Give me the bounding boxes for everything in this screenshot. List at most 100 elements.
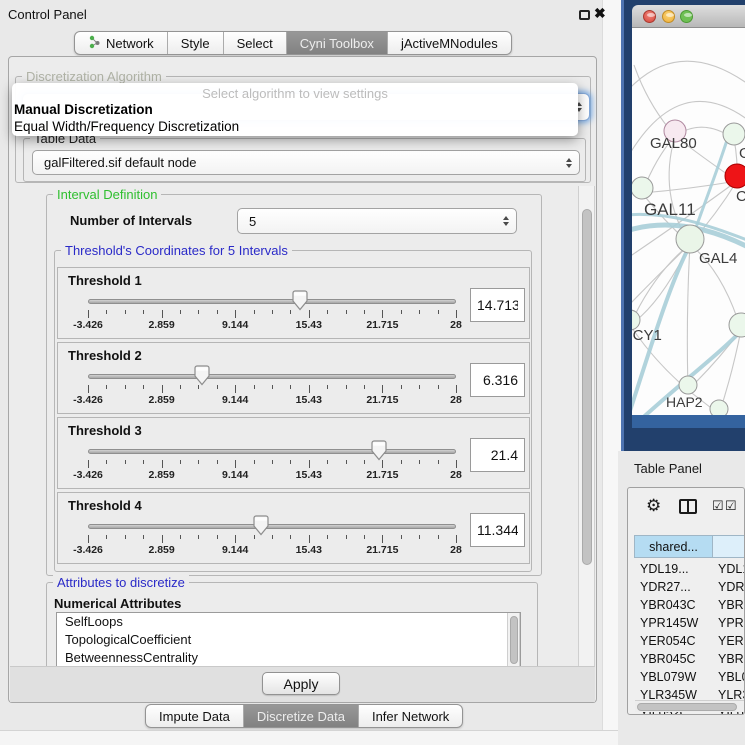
network-node-gal11[interactable] bbox=[632, 177, 653, 199]
slider-thumb[interactable] bbox=[194, 365, 210, 386]
tab-impute-data[interactable]: Impute Data bbox=[146, 705, 243, 727]
tab-jactivemnodules[interactable]: jActiveMNodules bbox=[387, 32, 511, 54]
slider-thumb[interactable] bbox=[371, 440, 387, 461]
split-columns-icon[interactable] bbox=[679, 499, 697, 514]
scrollbar-thumb[interactable] bbox=[582, 209, 592, 565]
screen: Control Panel ✖ Network StyleSelect Cyni T… bbox=[0, 0, 745, 745]
tick-mark bbox=[217, 385, 218, 389]
tick-mark bbox=[438, 385, 439, 389]
tick-mark bbox=[327, 310, 328, 314]
network-node-ga[interactable] bbox=[723, 123, 745, 145]
tick-label: 9.144 bbox=[205, 544, 265, 556]
column-header-shared-name[interactable]: shared... bbox=[634, 535, 713, 558]
control-panel-title: Control Panel bbox=[8, 7, 87, 22]
tick-mark bbox=[346, 535, 347, 539]
tick-mark bbox=[456, 535, 457, 543]
tab-select[interactable]: Select bbox=[223, 32, 286, 54]
tab-style[interactable]: Style bbox=[167, 32, 223, 54]
tick-mark bbox=[143, 460, 144, 464]
network-node-partial[interactable] bbox=[710, 400, 728, 415]
slider-track[interactable] bbox=[88, 524, 456, 529]
network-node-hap2[interactable] bbox=[679, 376, 697, 394]
slider-track[interactable] bbox=[88, 374, 456, 379]
tick-mark bbox=[419, 460, 420, 464]
gear-icon[interactable]: ⚙ bbox=[646, 496, 661, 516]
threshold-value-field[interactable] bbox=[470, 363, 525, 397]
tab-label: Cyni Toolbox bbox=[300, 36, 374, 51]
tick-mark bbox=[180, 535, 181, 539]
tab-infer-network[interactable]: Infer Network bbox=[358, 705, 462, 727]
network-canvas[interactable]: GAL80GACGAL11GAL4GCY1HHAP2 bbox=[632, 28, 745, 415]
number-of-intervals-combo[interactable]: 5 bbox=[237, 208, 517, 234]
tab-cyni-toolbox[interactable]: Cyni Toolbox bbox=[286, 32, 387, 54]
network-window-titlebar[interactable] bbox=[632, 5, 745, 28]
table-cell[interactable]: YBR0 bbox=[718, 596, 745, 614]
table-cell[interactable]: YER0 bbox=[718, 632, 745, 650]
slider-thumb[interactable] bbox=[292, 290, 308, 311]
table-cell[interactable]: YBR045C bbox=[640, 650, 710, 668]
tick-mark bbox=[180, 310, 181, 314]
tick-mark bbox=[272, 310, 273, 314]
group-attributes-label: Attributes to discretize bbox=[53, 575, 189, 590]
threshold-value-field[interactable] bbox=[470, 438, 525, 472]
slider-track[interactable] bbox=[88, 449, 456, 454]
table-cell[interactable]: YBL0 bbox=[718, 668, 745, 686]
table-cell[interactable]: YPR145W bbox=[640, 614, 710, 632]
network-node-h[interactable] bbox=[729, 313, 745, 337]
table-cell[interactable]: YBR0 bbox=[718, 650, 745, 668]
tick-mark bbox=[162, 385, 163, 393]
network-node-c[interactable] bbox=[725, 164, 745, 188]
tick-label: 15.43 bbox=[279, 469, 339, 481]
scrollbar-thumb[interactable] bbox=[510, 616, 518, 664]
attribute-item-betweennesscentrality[interactable]: BetweennessCentrality bbox=[57, 649, 520, 667]
table-cell[interactable]: YPR1 bbox=[718, 614, 745, 632]
slider-thumb[interactable] bbox=[253, 515, 269, 536]
scrollbar-thumb[interactable] bbox=[637, 703, 737, 711]
attribute-item-selfloops[interactable]: SelfLoops bbox=[57, 613, 520, 631]
node-label-gal4: GAL4 bbox=[699, 250, 737, 267]
float-window-icon[interactable] bbox=[579, 10, 590, 20]
tick-label: 15.43 bbox=[279, 319, 339, 331]
minimize-window-icon[interactable] bbox=[662, 10, 675, 23]
tab-discretize-data[interactable]: Discretize Data bbox=[243, 705, 358, 727]
tab-label: Network bbox=[106, 36, 154, 51]
checkbox-icon[interactable]: ☑ bbox=[725, 498, 737, 514]
desktop-edge-highlight bbox=[621, 0, 624, 451]
slider-track[interactable] bbox=[88, 299, 456, 304]
table-data-combo[interactable]: galFiltered.sif default node bbox=[32, 150, 580, 175]
tick-label: 21.715 bbox=[352, 394, 412, 406]
threshold-value-field[interactable] bbox=[470, 513, 525, 547]
tick-mark bbox=[309, 310, 310, 318]
settings-vertical-scrollbar[interactable] bbox=[578, 186, 595, 667]
algorithm-option-equal-width-frequency-discretization[interactable]: Equal Width/Frequency Discretization bbox=[14, 119, 239, 134]
zoom-window-icon[interactable] bbox=[680, 10, 693, 23]
table-cell[interactable]: YDR2 bbox=[718, 578, 745, 596]
close-icon[interactable]: ✖ bbox=[594, 5, 606, 22]
table-cell[interactable]: YBL079W bbox=[640, 668, 710, 686]
threshold-value-field[interactable] bbox=[470, 288, 525, 322]
tick-mark bbox=[364, 535, 365, 539]
attribute-item-topologicalcoefficient[interactable]: TopologicalCoefficient bbox=[57, 631, 520, 649]
tick-mark bbox=[162, 460, 163, 468]
tick-label: -3.426 bbox=[58, 319, 118, 331]
column-header-name[interactable]: n bbox=[712, 535, 745, 558]
network-node-gal4[interactable] bbox=[676, 225, 704, 253]
tick-mark bbox=[88, 310, 89, 318]
table-horizontal-scrollbar[interactable] bbox=[635, 700, 745, 712]
checkbox-icon[interactable]: ☑ bbox=[712, 498, 724, 514]
apply-button[interactable]: Apply bbox=[262, 672, 340, 695]
tick-mark bbox=[364, 460, 365, 464]
table-cell[interactable]: YDL1 bbox=[718, 560, 745, 578]
table-cell[interactable]: YDL19... bbox=[640, 560, 710, 578]
tab-network[interactable]: Network bbox=[75, 32, 167, 54]
table-cell[interactable]: YDR27... bbox=[640, 578, 710, 596]
table-cell[interactable]: YBR043C bbox=[640, 596, 710, 614]
tick-label: 9.144 bbox=[205, 319, 265, 331]
close-window-icon[interactable] bbox=[643, 10, 656, 23]
table-cell[interactable]: YER054C bbox=[640, 632, 710, 650]
tick-label: 2.859 bbox=[132, 319, 192, 331]
algorithm-option-manual-discretization[interactable]: Manual Discretization bbox=[14, 102, 153, 117]
tick-mark bbox=[143, 535, 144, 539]
attributes-list-scrollbar[interactable] bbox=[507, 613, 520, 667]
tick-label: -3.426 bbox=[58, 394, 118, 406]
